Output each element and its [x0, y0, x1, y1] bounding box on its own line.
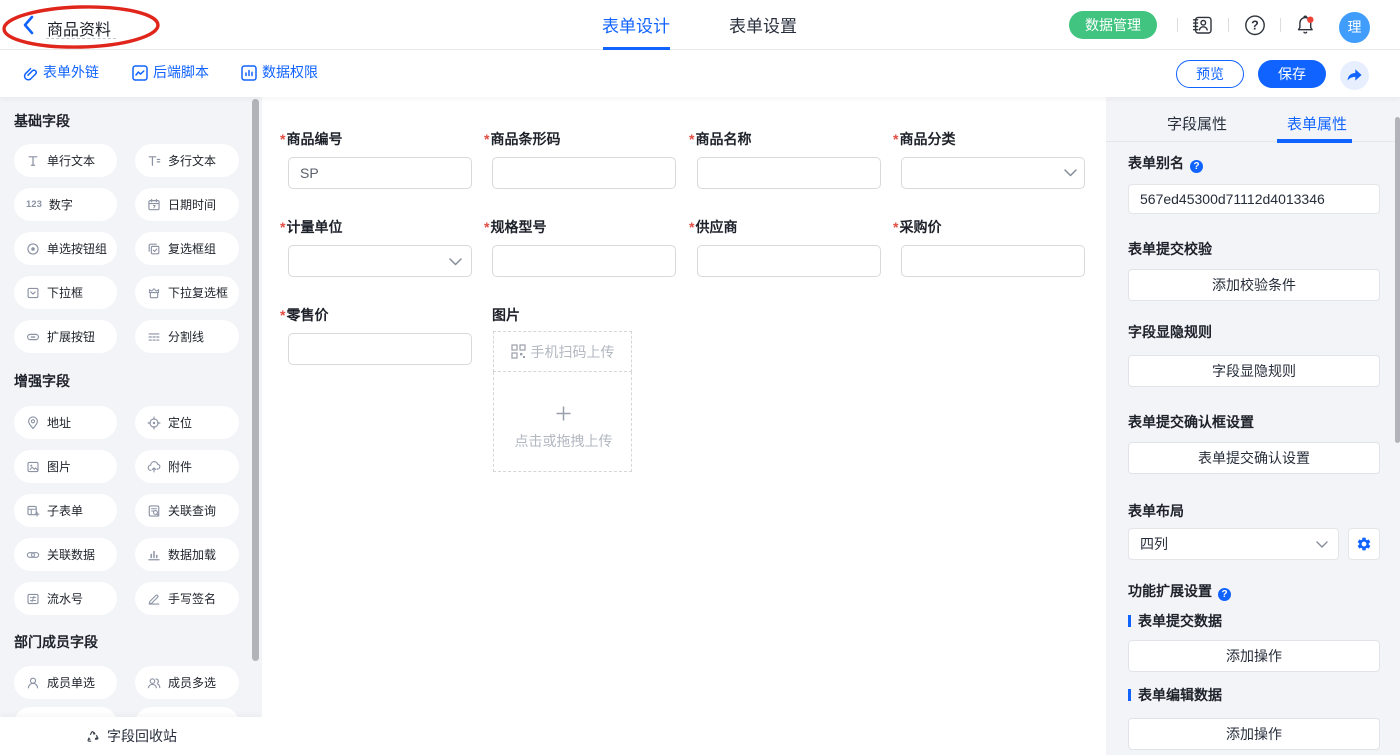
svg-text:?: ? [1251, 19, 1259, 33]
